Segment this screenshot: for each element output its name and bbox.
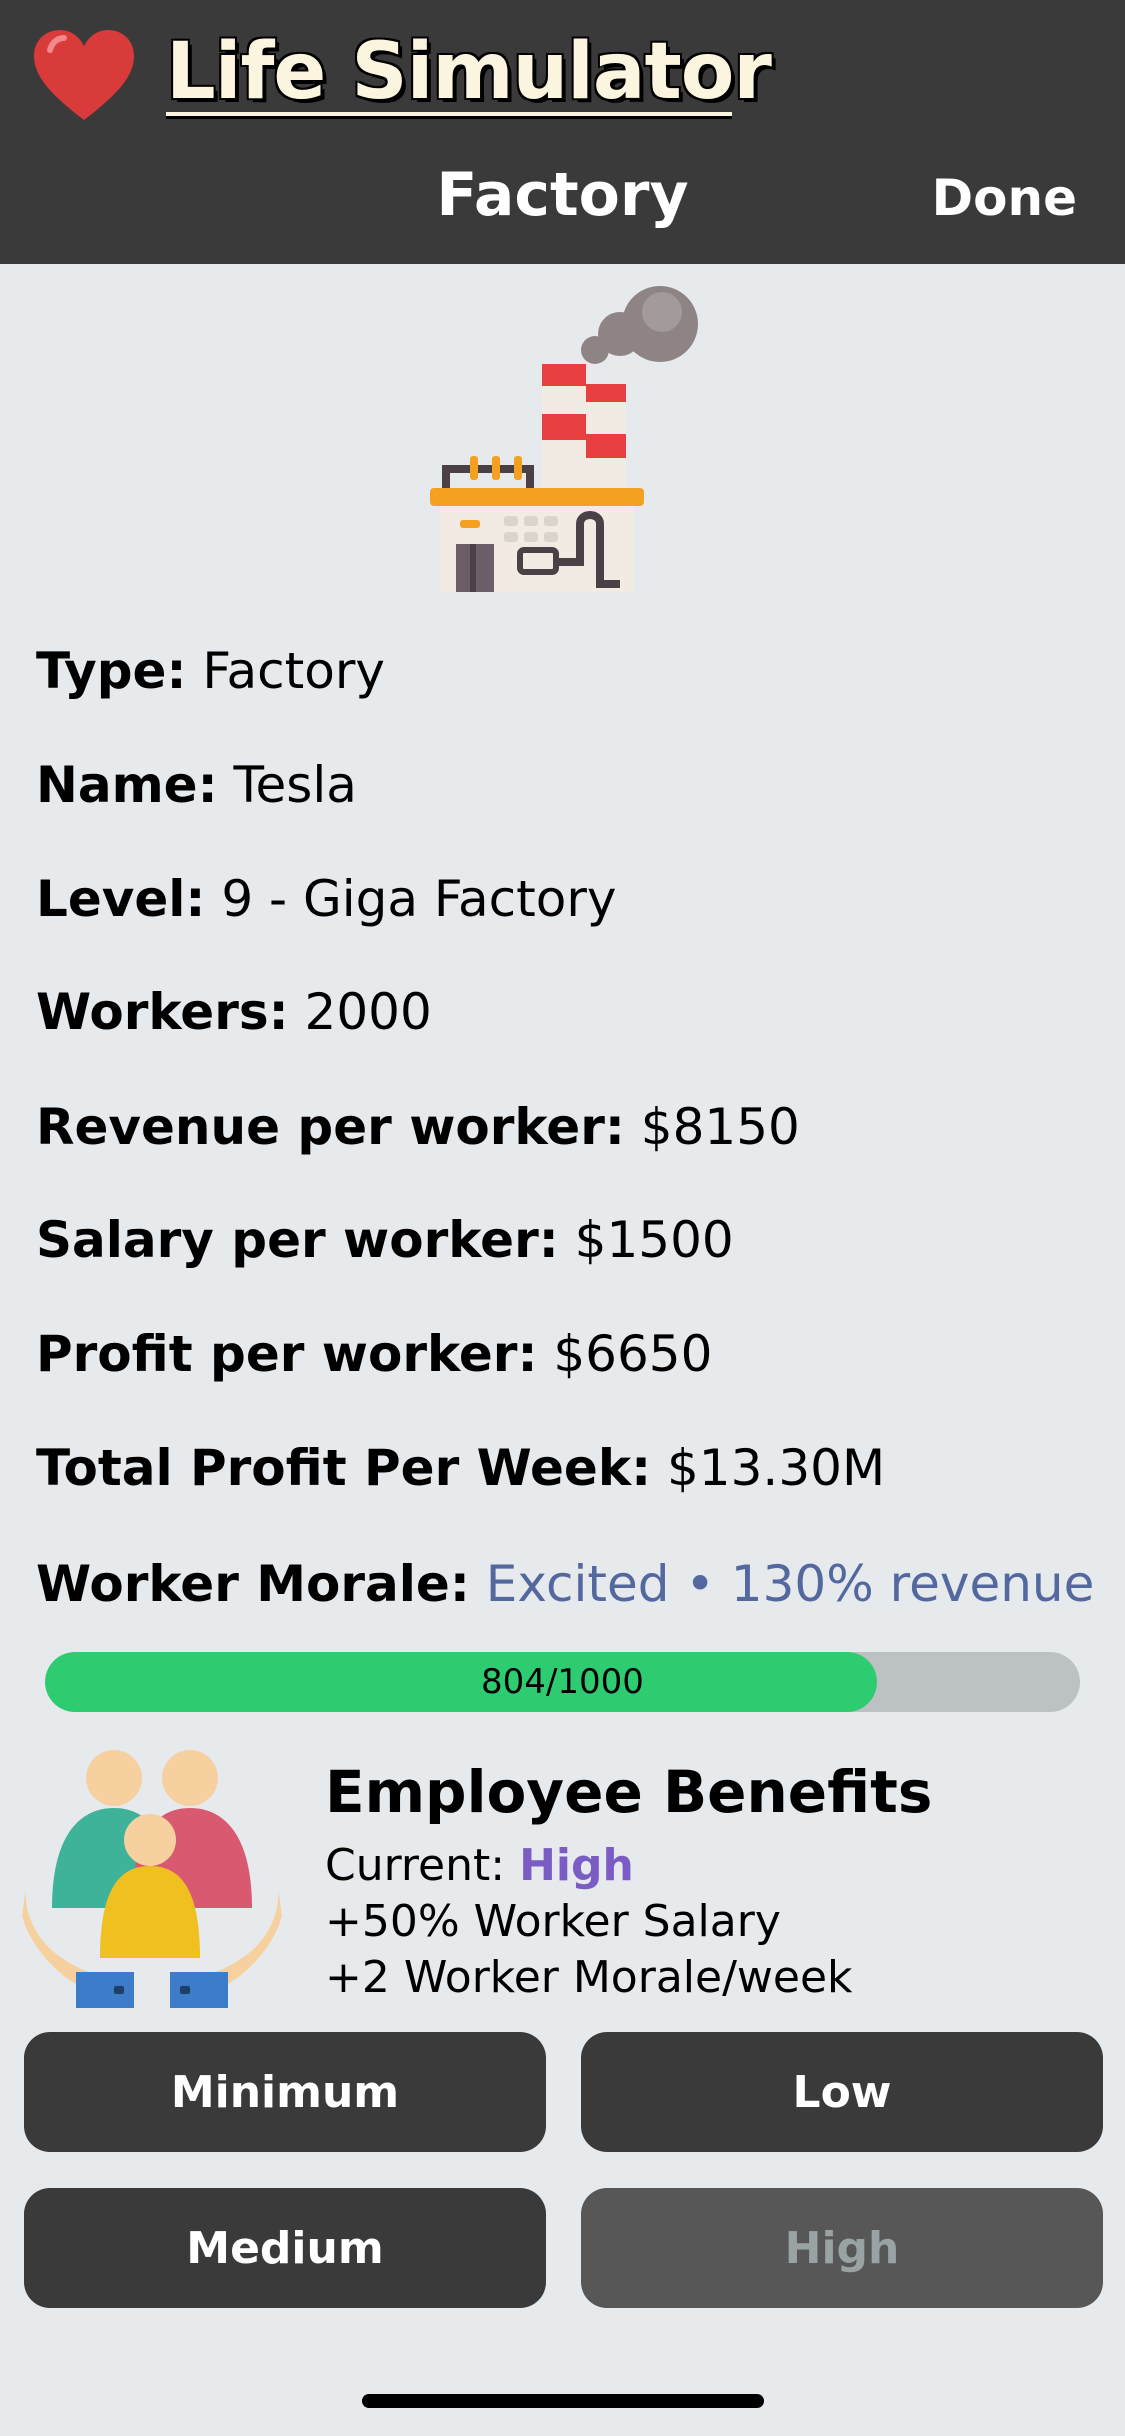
revenue-row: Revenue per worker: $8150 bbox=[36, 1092, 800, 1162]
family-hands-icon bbox=[22, 1750, 282, 2008]
revenue-label: Revenue per worker: bbox=[36, 1098, 625, 1156]
salary-row: Salary per worker: $1500 bbox=[36, 1205, 734, 1275]
morale-progress-bar: 804/1000 bbox=[45, 1652, 1080, 1712]
total-profit-value: $13.30M bbox=[667, 1439, 886, 1497]
benefits-salary-effect: +50% Worker Salary bbox=[325, 1896, 781, 1947]
revenue-value: $8150 bbox=[640, 1098, 800, 1156]
name-row: Name: Tesla bbox=[36, 750, 357, 820]
done-button[interactable]: Done bbox=[932, 158, 1077, 238]
salary-label: Salary per worker: bbox=[36, 1211, 559, 1269]
workers-label: Workers: bbox=[36, 983, 289, 1041]
total-profit-label: Total Profit Per Week: bbox=[36, 1439, 652, 1497]
medium-button[interactable]: Medium bbox=[24, 2188, 546, 2308]
name-value: Tesla bbox=[233, 756, 357, 814]
level-value: 9 - Giga Factory bbox=[221, 870, 617, 928]
salary-value: $1500 bbox=[574, 1211, 734, 1269]
morale-row: Worker Morale: Excited • 130% revenue bbox=[36, 1549, 1094, 1619]
benefits-current-value: High bbox=[519, 1840, 634, 1891]
level-row: Level: 9 - Giga Factory bbox=[36, 864, 617, 934]
workers-row: Workers: 2000 bbox=[36, 977, 432, 1047]
morale-progress-text: 804/1000 bbox=[481, 1662, 644, 1702]
factory-icon bbox=[430, 286, 698, 592]
total-profit-row: Total Profit Per Week: $13.30M bbox=[36, 1433, 885, 1503]
heart-icon bbox=[34, 30, 134, 120]
profit-value: $6650 bbox=[553, 1325, 713, 1383]
type-value: Factory bbox=[202, 642, 386, 700]
benefits-current-row: Current: High bbox=[325, 1838, 634, 1894]
level-label: Level: bbox=[36, 870, 206, 928]
benefits-morale-effect: +2 Worker Morale/week bbox=[325, 1952, 853, 2003]
workers-value: 2000 bbox=[304, 983, 432, 1041]
benefits-title: Employee Benefits bbox=[325, 1758, 933, 1826]
app-title: Life Simulator bbox=[166, 27, 772, 117]
app-title-underline bbox=[166, 112, 732, 116]
header-bar: Life Simulator Factory Done bbox=[0, 0, 1125, 264]
low-button[interactable]: Low bbox=[581, 2032, 1103, 2152]
morale-label: Worker Morale: bbox=[36, 1555, 470, 1613]
minimum-button[interactable]: Minimum bbox=[24, 2032, 546, 2152]
name-label: Name: bbox=[36, 756, 218, 814]
profit-label: Profit per worker: bbox=[36, 1325, 538, 1383]
type-label: Type: bbox=[36, 642, 187, 700]
home-indicator bbox=[362, 2394, 764, 2408]
type-row: Type: Factory bbox=[36, 636, 385, 706]
high-button[interactable]: High bbox=[581, 2188, 1103, 2308]
profit-row: Profit per worker: $6650 bbox=[36, 1319, 712, 1389]
benefits-current-label: Current: bbox=[325, 1840, 506, 1891]
morale-value: Excited • 130% revenue bbox=[485, 1555, 1095, 1613]
